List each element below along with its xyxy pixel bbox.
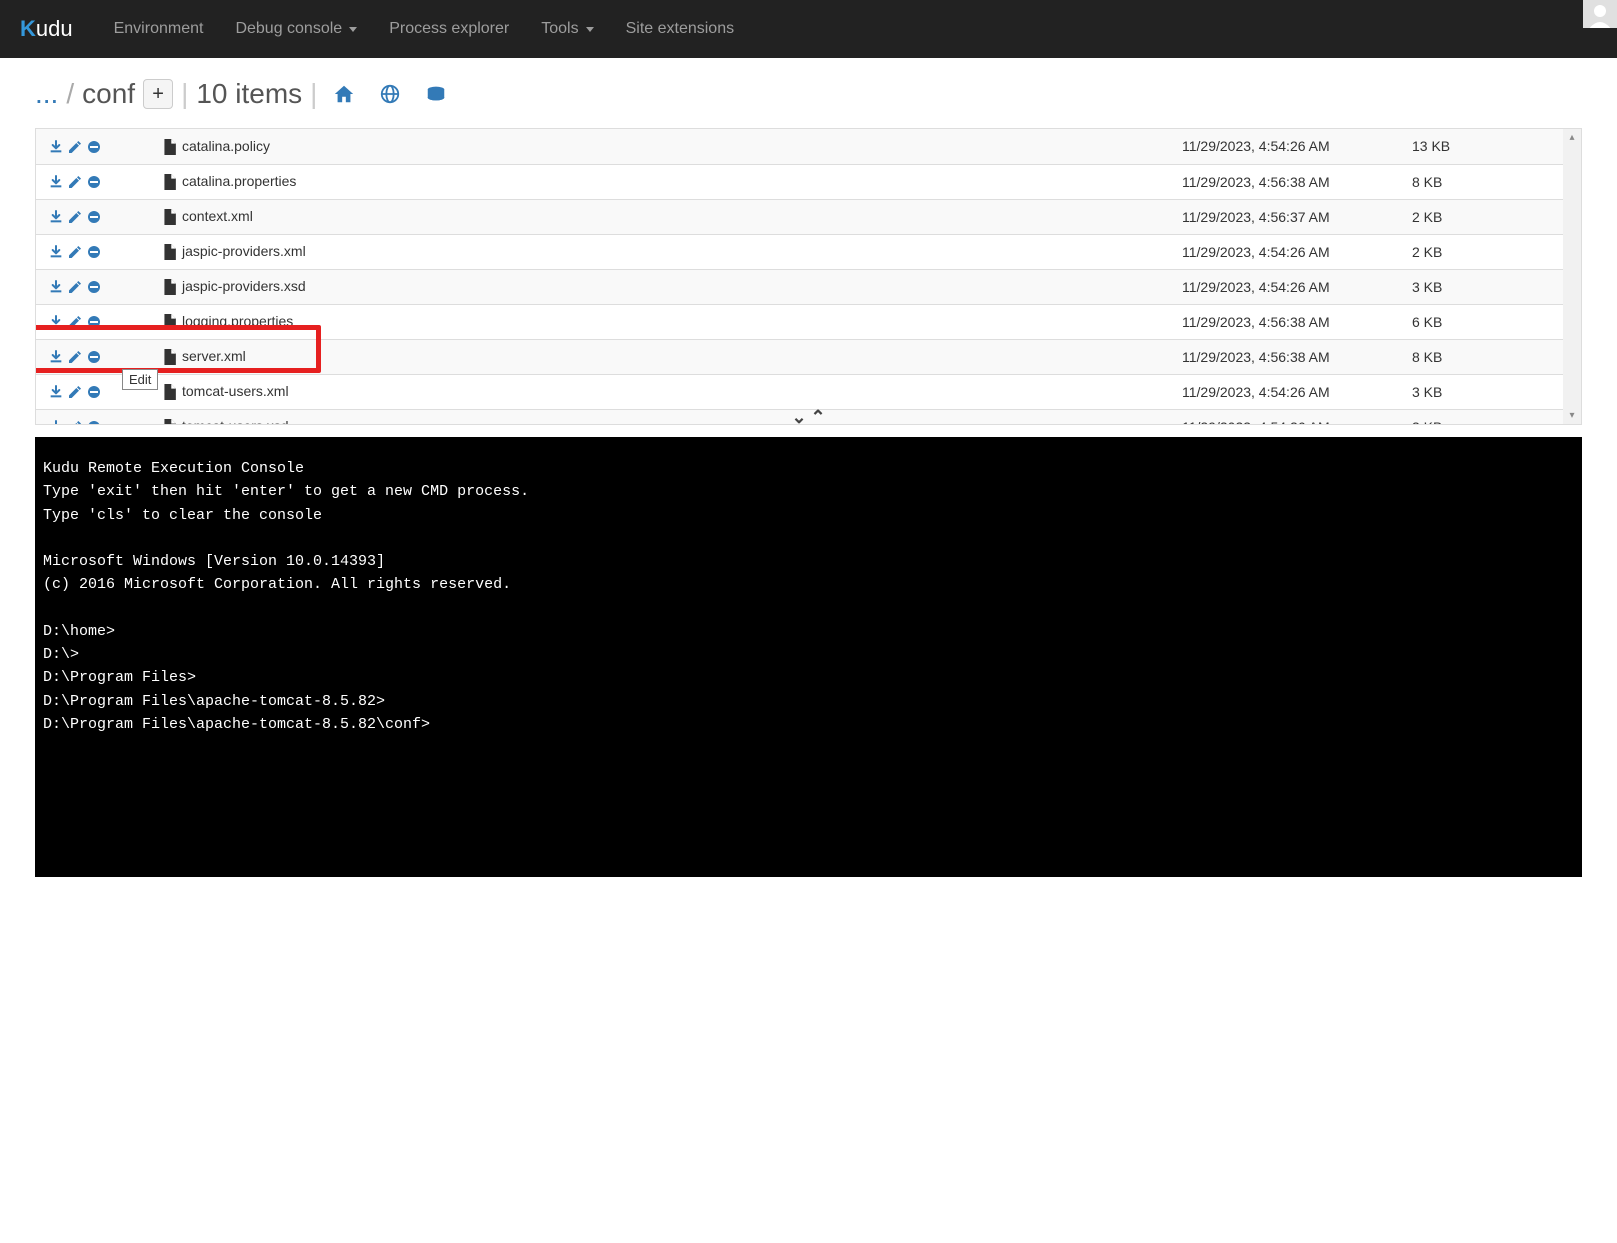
file-icon: [162, 174, 176, 190]
edit-icon[interactable]: [67, 279, 83, 295]
globe-icon[interactable]: [371, 83, 409, 105]
file-name[interactable]: catalina.properties: [182, 173, 296, 189]
file-date: 11/29/2023, 4:54:26 AM: [1176, 374, 1406, 409]
user-avatar-icon[interactable]: [1583, 0, 1617, 28]
download-icon[interactable]: [48, 279, 64, 295]
file-size: 2 KB: [1406, 199, 1581, 234]
delete-icon[interactable]: [86, 384, 102, 400]
download-icon[interactable]: [48, 139, 64, 155]
scrollbar[interactable]: ▴ ▾: [1563, 129, 1581, 424]
scroll-up-icon[interactable]: ▴: [1563, 131, 1581, 144]
download-icon[interactable]: [48, 174, 64, 190]
file-size: 8 KB: [1406, 339, 1581, 374]
file-icon: [162, 349, 176, 365]
debug-console[interactable]: Kudu Remote Execution Console Type 'exit…: [35, 437, 1582, 877]
edit-tooltip: Edit: [122, 369, 158, 390]
nav-tools[interactable]: Tools: [525, 2, 609, 56]
file-size: 3 KB: [1406, 374, 1581, 409]
download-icon[interactable]: [48, 314, 64, 330]
brand-logo[interactable]: Kudu: [20, 16, 73, 42]
file-name[interactable]: tomcat-users.xml: [182, 383, 289, 399]
edit-icon[interactable]: [67, 244, 83, 260]
file-date: 11/29/2023, 4:56:38 AM: [1176, 339, 1406, 374]
download-icon[interactable]: [48, 244, 64, 260]
brand-rest: udu: [36, 16, 73, 41]
file-name[interactable]: logging.properties: [182, 313, 293, 329]
edit-icon[interactable]: [67, 139, 83, 155]
file-size: 2 KB: [1406, 234, 1581, 269]
file-icon: [162, 279, 176, 295]
table-row: jaspic-providers.xsd 11/29/2023, 4:54:26 …: [36, 269, 1581, 304]
delete-icon[interactable]: [86, 139, 102, 155]
edit-icon[interactable]: [67, 314, 83, 330]
table-row: tomcat-users.xml 11/29/2023, 4:54:26 AM3 …: [36, 374, 1581, 409]
new-item-button[interactable]: +: [143, 79, 173, 109]
file-name[interactable]: jaspic-providers.xsd: [182, 278, 306, 294]
file-size: 13 KB: [1406, 129, 1581, 164]
table-row: context.xml 11/29/2023, 4:56:37 AM2 KB: [36, 199, 1581, 234]
console-resize-toggle: ⌄ ⌃: [35, 407, 1582, 425]
brand-k: K: [20, 16, 36, 41]
divider: |: [181, 78, 188, 110]
table-row: server.xml 11/29/2023, 4:56:38 AM8 KB: [36, 339, 1581, 374]
file-size: 8 KB: [1406, 164, 1581, 199]
delete-icon[interactable]: [86, 349, 102, 365]
chevron-down-icon[interactable]: ⌄: [791, 407, 806, 428]
nav-environment[interactable]: Environment: [98, 2, 220, 56]
file-size: 3 KB: [1406, 269, 1581, 304]
table-row: catalina.properties 11/29/2023, 4:56:38 A…: [36, 164, 1581, 199]
file-icon: [162, 244, 176, 260]
edit-icon[interactable]: [67, 349, 83, 365]
file-name[interactable]: server.xml: [182, 348, 246, 364]
file-date: 11/29/2023, 4:54:26 AM: [1176, 269, 1406, 304]
nav-site-extensions[interactable]: Site extensions: [610, 2, 751, 56]
file-name[interactable]: catalina.policy: [182, 138, 270, 154]
file-icon: [162, 139, 176, 155]
download-icon[interactable]: [48, 384, 64, 400]
delete-icon[interactable]: [86, 174, 102, 190]
file-icon: [162, 314, 176, 330]
nav-debug-console[interactable]: Debug console: [219, 2, 373, 56]
home-icon[interactable]: [325, 83, 363, 105]
delete-icon[interactable]: [86, 314, 102, 330]
table-row: logging.properties 11/29/2023, 4:56:38 AM…: [36, 304, 1581, 339]
edit-icon[interactable]: [67, 384, 83, 400]
top-navbar: Kudu Environment Debug console Process e…: [0, 0, 1617, 58]
caret-down-icon: [586, 27, 594, 32]
table-row: jaspic-providers.xml 11/29/2023, 4:54:26 …: [36, 234, 1581, 269]
file-name[interactable]: jaspic-providers.xml: [182, 243, 306, 259]
nav-process-explorer[interactable]: Process explorer: [373, 2, 525, 56]
table-row: catalina.policy 11/29/2023, 4:54:26 AM13 …: [36, 129, 1581, 164]
file-name[interactable]: context.xml: [182, 208, 253, 224]
caret-down-icon: [349, 27, 357, 32]
file-date: 11/29/2023, 4:56:37 AM: [1176, 199, 1406, 234]
disk-icon[interactable]: [417, 83, 455, 105]
breadcrumb-parent[interactable]: ...: [35, 78, 58, 110]
file-icon: [162, 384, 176, 400]
slash-separator: /: [66, 78, 74, 110]
file-browser: catalina.policy11/29/2023, 4:54:26 AM13 …: [35, 128, 1582, 425]
download-icon[interactable]: [48, 209, 64, 225]
file-date: 11/29/2023, 4:56:38 AM: [1176, 304, 1406, 339]
file-date: 11/29/2023, 4:54:26 AM: [1176, 234, 1406, 269]
breadcrumb-bar: ... / conf + | 10 items |: [35, 78, 1582, 110]
file-date: 11/29/2023, 4:56:38 AM: [1176, 164, 1406, 199]
file-icon: [162, 209, 176, 225]
file-date: 11/29/2023, 4:54:26 AM: [1176, 129, 1406, 164]
delete-icon[interactable]: [86, 244, 102, 260]
chevron-up-icon[interactable]: ⌃: [810, 407, 825, 428]
download-icon[interactable]: [48, 349, 64, 365]
delete-icon[interactable]: [86, 209, 102, 225]
file-table: catalina.policy11/29/2023, 4:54:26 AM13 …: [36, 129, 1581, 425]
edit-icon[interactable]: [67, 209, 83, 225]
edit-icon[interactable]: [67, 174, 83, 190]
file-size: 6 KB: [1406, 304, 1581, 339]
divider: |: [310, 78, 317, 110]
delete-icon[interactable]: [86, 279, 102, 295]
item-count: 10 items: [196, 78, 302, 110]
breadcrumb-current: conf: [82, 78, 135, 110]
